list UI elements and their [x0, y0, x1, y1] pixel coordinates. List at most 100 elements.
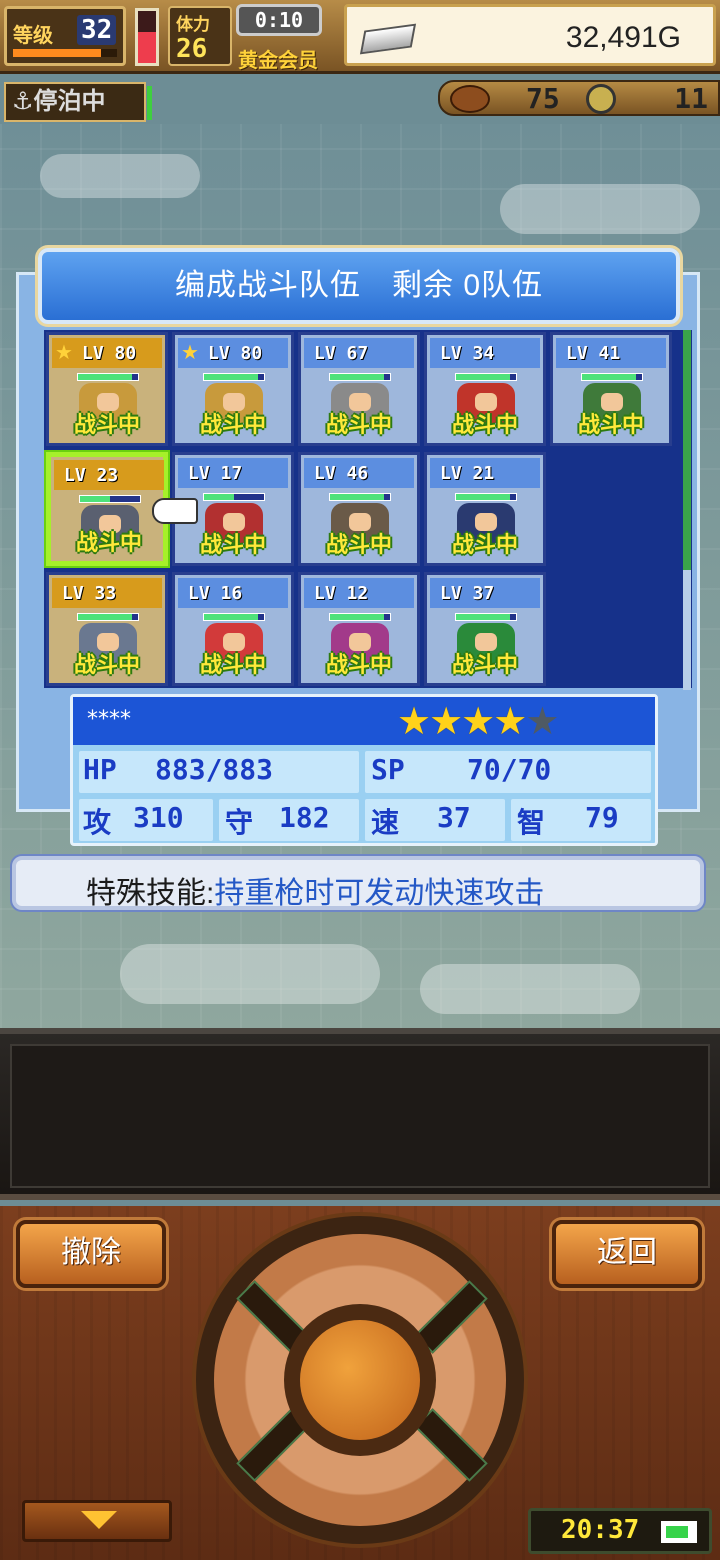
member-level: LV 12 [314, 583, 369, 604]
speed-label: 速 [371, 806, 400, 839]
in-battle-tag: 战斗中 [577, 413, 644, 438]
favorite-star-icon: ★ [55, 340, 73, 364]
member-hp-fill [330, 494, 384, 500]
card-header: LV 46 [304, 458, 414, 488]
card-header: LV 12 [304, 578, 414, 608]
star-filled-icon: ★ [429, 699, 463, 743]
party-member-card[interactable]: LV 34 战斗中 [424, 332, 546, 446]
star-empty-icon: ★ [525, 699, 559, 743]
member-hp-bar [203, 493, 265, 501]
party-member-card[interactable]: ★ LV 80 战斗中 [172, 332, 294, 446]
card-header: LV 33 [52, 578, 162, 608]
star-filled-icon: ★ [397, 699, 431, 743]
pointer-hand-icon [152, 498, 198, 524]
message-window [0, 1028, 720, 1200]
party-member-card[interactable]: LV 37 战斗中 [424, 572, 546, 686]
party-member-card[interactable]: LV 67 战斗中 [298, 332, 420, 446]
hp-value: 883/883 [155, 753, 274, 786]
dpad[interactable] [192, 1212, 528, 1548]
card-header: LV 23 [54, 460, 164, 490]
battery-icon [661, 1521, 697, 1543]
attack-label: 攻 [83, 806, 112, 839]
in-battle-tag: 战斗中 [73, 413, 140, 438]
member-hp-fill [78, 374, 132, 380]
star-filled-icon: ★ [493, 699, 527, 743]
card-header: LV 17 [178, 458, 288, 488]
special-skill-bar: 特殊技能:持重枪时可发动快速攻击 [12, 856, 704, 910]
hp-label: HP [83, 753, 117, 786]
attack-value: 310 [133, 801, 184, 834]
gold-value: 32,491G [565, 21, 681, 54]
star-filled-icon: ★ [461, 699, 495, 743]
party-grid: ★ LV 80 战斗中 ★ LV 80 战斗中 LV 67 战斗中 LV 34 战斗中 LV 41 战… [44, 330, 692, 688]
member-hp-fill [204, 374, 258, 380]
member-hp-fill [80, 496, 110, 502]
back-button[interactable]: 返回 [552, 1220, 702, 1288]
party-member-card[interactable]: LV 21 战斗中 [424, 452, 546, 566]
medal-icon [586, 84, 616, 114]
member-level: LV 37 [440, 583, 495, 604]
cannonball-icon [450, 85, 490, 113]
party-member-card[interactable]: LV 16 战斗中 [172, 572, 294, 686]
member-hp-bar [77, 373, 139, 381]
confirm-button[interactable] [300, 1320, 420, 1440]
member-hp-fill [78, 614, 132, 620]
card-header: LV 16 [178, 578, 288, 608]
speed-value: 37 [437, 801, 471, 834]
party-member-card[interactable]: LV 12 战斗中 [298, 572, 420, 686]
member-hp-fill [330, 614, 384, 620]
cloud [120, 944, 380, 1004]
collapse-button[interactable] [22, 1500, 172, 1542]
member-hp-fill [204, 494, 234, 500]
rarity-stars: ★★★★★ [397, 699, 559, 743]
member-hp-bar [203, 613, 265, 621]
remove-button[interactable]: 撤除 [16, 1220, 166, 1288]
message-window-inner [10, 1044, 710, 1188]
party-member-card[interactable]: LV 33 战斗中 [46, 572, 168, 686]
sp-label: SP [371, 753, 405, 786]
cloud [500, 184, 700, 234]
xp-bar [13, 49, 117, 57]
stamina: 体力 26 [168, 6, 232, 66]
party-member-card[interactable]: ★ LV 80 战斗中 [46, 332, 168, 446]
silver-bar-icon [359, 23, 417, 55]
character-name: **** [87, 707, 131, 732]
down-arrow-icon [81, 1511, 117, 1529]
party-scrollbar[interactable] [683, 330, 691, 690]
in-battle-tag: 战斗中 [73, 653, 140, 678]
party-member-card[interactable]: LV 41 战斗中 [550, 332, 672, 446]
member-level: LV 23 [64, 465, 119, 486]
member-level: LV 67 [314, 343, 369, 364]
member-hp-bar [79, 495, 141, 503]
stamina-value: 26 [176, 34, 208, 64]
in-battle-tag: 战斗中 [451, 533, 518, 558]
card-header: LV 41 [556, 338, 666, 368]
member-hp-bar [329, 493, 391, 501]
cloud [40, 154, 200, 198]
level-label: 等级 [13, 23, 53, 47]
resource-bar: 75 11 [438, 80, 720, 116]
energy-gauge [135, 8, 159, 66]
member-hp-fill [456, 614, 510, 620]
card-header: LV 21 [430, 458, 540, 488]
in-battle-tag: 战斗中 [75, 531, 142, 556]
party-scrollbar-thumb[interactable] [683, 330, 691, 570]
party-member-card-selected[interactable]: LV 23 战斗中 [46, 452, 168, 566]
member-hp-fill [456, 494, 510, 500]
member-hp-bar [77, 613, 139, 621]
member-level: LV 80 [208, 343, 263, 364]
member-level: LV 17 [188, 463, 243, 484]
in-battle-tag: 战斗中 [199, 533, 266, 558]
member-hp-fill [582, 374, 636, 380]
member-level: LV 41 [566, 343, 621, 364]
docked-status-text: ⚓停泊中 [12, 87, 106, 115]
stats-name-bar: **** ★★★★★ [73, 697, 655, 745]
party-member-card[interactable]: LV 46 战斗中 [298, 452, 420, 566]
card-header: LV 34 [430, 338, 540, 368]
member-hp-bar [455, 373, 517, 381]
in-battle-tag: 战斗中 [199, 653, 266, 678]
player-level: 等级 32 [4, 6, 126, 66]
docked-status: ⚓停泊中 [4, 82, 152, 122]
card-header: LV 67 [304, 338, 414, 368]
member-hp-bar [455, 613, 517, 621]
